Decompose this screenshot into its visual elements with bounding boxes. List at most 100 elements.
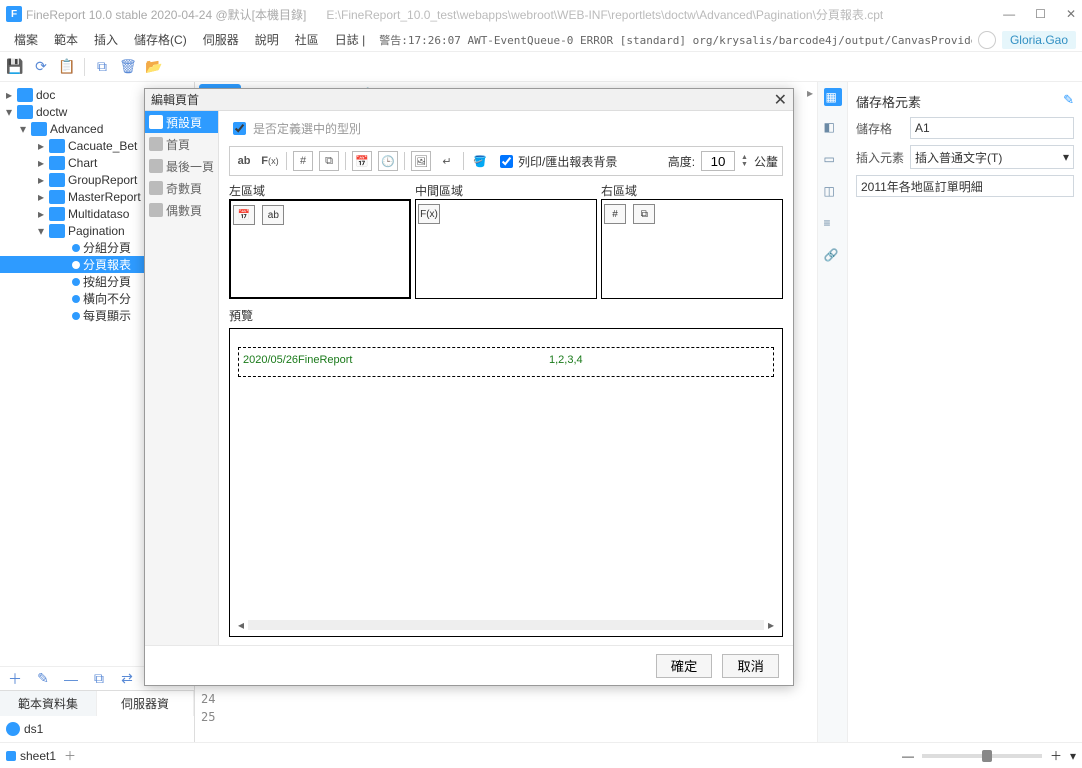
- tab-server-dataset[interactable]: 伺服器資: [97, 691, 194, 716]
- menu-log[interactable]: 日誌 |: [327, 31, 373, 48]
- scroll-left-icon[interactable]: ◂: [234, 618, 248, 632]
- copy2-icon[interactable]: ⧉: [90, 670, 108, 688]
- tab-template-dataset[interactable]: 範本資料集: [0, 691, 97, 716]
- background-icon[interactable]: 🪣: [470, 151, 490, 171]
- time-icon[interactable]: 🕒: [378, 151, 398, 171]
- zone-right[interactable]: # ⧉: [601, 199, 783, 299]
- expand-icon[interactable]: ▭: [824, 152, 842, 170]
- define-type-check-input[interactable]: [233, 122, 246, 135]
- sheet-tab[interactable]: sheet1: [6, 749, 56, 763]
- tree-node[interactable]: MasterReport: [68, 190, 141, 204]
- define-type-checkbox[interactable]: 是否定義選中的型別: [229, 119, 783, 138]
- switch-icon[interactable]: ⇄: [118, 670, 136, 688]
- zoom-out-icon[interactable]: —: [902, 749, 914, 763]
- tree-node[interactable]: Advanced: [50, 122, 103, 136]
- height-down-icon[interactable]: ▼: [741, 161, 748, 168]
- newline-icon[interactable]: ↵: [437, 151, 457, 171]
- chip-ab[interactable]: ab: [262, 205, 284, 225]
- menu-cell[interactable]: 儲存格(C): [126, 31, 195, 48]
- menu-server[interactable]: 伺服器: [195, 31, 247, 48]
- zoom-in-icon[interactable]: ＋: [1050, 747, 1062, 764]
- tree-node[interactable]: doc: [36, 88, 55, 102]
- search-icon[interactable]: [978, 31, 996, 49]
- tree-file[interactable]: 按組分頁: [83, 273, 131, 290]
- height-input[interactable]: [701, 151, 735, 171]
- tree-node[interactable]: GroupReport: [68, 173, 137, 187]
- zone-left[interactable]: 📅 ab: [229, 199, 411, 299]
- print-bg-check-input[interactable]: [500, 155, 513, 168]
- text-icon[interactable]: ab: [234, 151, 254, 171]
- cell-text-input[interactable]: 2011年各地區訂單明細: [856, 175, 1074, 197]
- print-background-checkbox[interactable]: 列印/匯出報表背景: [496, 152, 617, 171]
- zone-middle[interactable]: F(x): [415, 199, 597, 299]
- tab-default-page[interactable]: 預設頁: [145, 111, 218, 133]
- tab-first-page[interactable]: 首頁: [145, 133, 218, 155]
- user-label[interactable]: Gloria.Gao: [1002, 31, 1076, 49]
- tab-last-page[interactable]: 最後一頁: [145, 155, 218, 177]
- cancel-button[interactable]: 取消: [722, 654, 779, 678]
- height-label: 高度:: [668, 153, 695, 170]
- chip-date-icon[interactable]: 📅: [233, 205, 255, 225]
- row-number: 24: [201, 692, 215, 706]
- menu-insert[interactable]: 插入: [86, 31, 126, 48]
- preview-page-nums: 1,2,3,4: [549, 354, 583, 366]
- tree-file[interactable]: 分組分頁: [83, 239, 131, 256]
- menu-file[interactable]: 檔案: [6, 31, 46, 48]
- scroll-right-icon[interactable]: ▸: [764, 618, 778, 632]
- tree-file-selected[interactable]: 分頁報表: [83, 256, 131, 273]
- right-heading: 儲存格元素: [856, 92, 921, 111]
- menu-help[interactable]: 說明: [247, 31, 287, 48]
- tree-node[interactable]: doctw: [36, 105, 67, 119]
- edit-pencil-icon[interactable]: ✎: [1063, 92, 1074, 111]
- cell-label: 儲存格: [856, 120, 910, 137]
- date-icon[interactable]: 📅: [352, 151, 372, 171]
- tab-odd-page[interactable]: 奇數頁: [145, 177, 218, 199]
- ok-button[interactable]: 確定: [656, 654, 713, 678]
- insert-type-select[interactable]: 插入普通文字(T)▾: [910, 145, 1074, 169]
- save-icon[interactable]: 💾: [6, 58, 24, 76]
- chip-page-icon[interactable]: #: [604, 204, 626, 224]
- tree-file[interactable]: 每頁顯示: [83, 307, 131, 324]
- link-icon[interactable]: 🔗: [824, 248, 842, 266]
- minimize-icon[interactable]: —: [1003, 7, 1015, 21]
- page-icon[interactable]: #: [293, 151, 313, 171]
- cell-value[interactable]: A1: [910, 117, 1074, 139]
- edit-icon[interactable]: ✎: [34, 670, 52, 688]
- close-icon[interactable]: ✕: [774, 90, 787, 110]
- filter-icon[interactable]: ≡: [824, 216, 842, 234]
- pages-icon[interactable]: ⧉: [319, 151, 339, 171]
- paste-icon[interactable]: 📋: [58, 58, 76, 76]
- toolbar: 💾 ⟳ 📋 ⧉ 🗑 📂: [0, 52, 1082, 82]
- tree-file[interactable]: 橫向不分: [83, 290, 131, 307]
- height-up-icon[interactable]: ▲: [741, 154, 748, 161]
- dataset-name[interactable]: ds1: [24, 722, 43, 736]
- tree-node[interactable]: Multidataso: [68, 207, 129, 221]
- menu-template[interactable]: 範本: [46, 31, 86, 48]
- add-sheet-icon[interactable]: ＋: [64, 747, 76, 764]
- tree-node[interactable]: Pagination: [68, 224, 125, 238]
- trash-icon[interactable]: 🗑: [119, 58, 137, 76]
- add-icon[interactable]: ＋: [6, 670, 24, 688]
- cell-element-icon[interactable]: ▦: [824, 88, 842, 106]
- delete-icon[interactable]: —: [62, 670, 80, 688]
- zone-mid-label: 中間區域: [415, 182, 597, 199]
- image-icon[interactable]: 🖼: [411, 151, 431, 171]
- chevron-right-icon[interactable]: ▸: [807, 86, 813, 100]
- refresh-icon[interactable]: ⟳: [32, 58, 50, 76]
- close-window-icon[interactable]: ✕: [1066, 7, 1076, 21]
- chip-pages-icon[interactable]: ⧉: [633, 204, 655, 224]
- tree-node[interactable]: Chart: [68, 156, 97, 170]
- scrollbar[interactable]: [248, 620, 764, 630]
- preview-area: 2020/05/26FineReport 1,2,3,4 ↖ ◂ ▸: [229, 328, 783, 637]
- copy-icon[interactable]: ⧉: [93, 58, 111, 76]
- menu-community[interactable]: 社區: [287, 31, 327, 48]
- cell-attr-icon[interactable]: ◧: [824, 120, 842, 138]
- maximize-icon[interactable]: ☐: [1035, 7, 1046, 21]
- open-icon[interactable]: 📂: [145, 58, 163, 76]
- zoom-dropdown[interactable]: ▾: [1070, 749, 1076, 763]
- condition-icon[interactable]: ◫: [824, 184, 842, 202]
- tree-node[interactable]: Cacuate_Bet: [68, 139, 137, 153]
- formula-icon[interactable]: F(x): [260, 151, 280, 171]
- tab-even-page[interactable]: 偶數頁: [145, 199, 218, 221]
- chip-fx[interactable]: F(x): [418, 204, 440, 224]
